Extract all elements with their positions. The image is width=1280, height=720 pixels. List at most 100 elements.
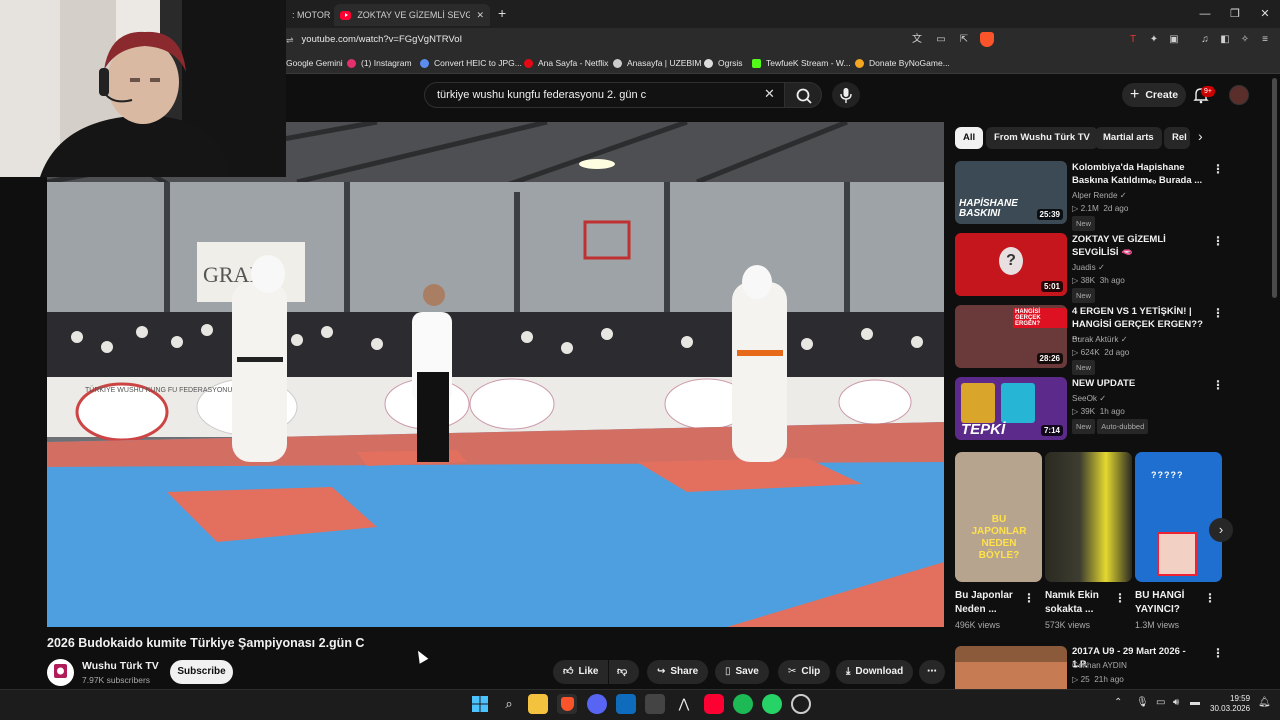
short-title[interactable]: Namık Ekin sokakta ... [1045, 589, 1115, 617]
rec-thumbnail[interactable]: HAPİSHANE BASKINI 25:39 [955, 161, 1067, 224]
share-page-icon[interactable]: ⇱ [957, 33, 971, 47]
brave-shield-icon[interactable] [980, 32, 994, 47]
whatsapp-icon[interactable] [762, 694, 782, 714]
wallet-icon[interactable]: ▣ [1167, 33, 1181, 47]
channel-name[interactable]: Wushu Türk TV [82, 660, 159, 672]
rec-title[interactable]: Kolombiya'da Hapishane Baskına Katıldım𝒸… [1072, 162, 1204, 187]
extension-icon[interactable]: T [1126, 33, 1140, 47]
save-button[interactable]: ▯ Save [715, 660, 769, 684]
mic-tray-icon[interactable]: 🎙︎ [1136, 697, 1149, 708]
puzzle-icon[interactable]: ✦ [1147, 33, 1161, 47]
calculator-icon[interactable] [645, 694, 665, 714]
minimize-button[interactable]: — [1196, 6, 1214, 22]
rec-title[interactable]: ZOKTAY VE GİZEMLİ SEVGİLİSİ 🫦 [1072, 234, 1204, 259]
short-menu-icon[interactable]: ⋮ [1204, 591, 1216, 605]
reader-icon[interactable]: ▭ [934, 33, 948, 47]
rec-menu-icon[interactable]: ⋮ [1212, 646, 1224, 660]
discord-icon[interactable] [587, 694, 607, 714]
address-bar[interactable]: ⇌ youtube.com/watch?v=FGgVgNTRVoI [286, 28, 462, 52]
clear-search-icon[interactable]: ✕ [764, 86, 775, 102]
tab-youtube-active[interactable]: ZOKTAY VE GİZEMLİ SEVGİLİSİ 🫦 - Y ✕ [334, 4, 490, 26]
rec-thumbnail[interactable]: ? 5:01 [955, 233, 1067, 296]
rec-menu-icon[interactable]: ⋮ [1212, 234, 1224, 248]
site-settings-icon[interactable]: ⇌ [286, 28, 294, 52]
short-menu-icon[interactable]: ⋮ [1023, 591, 1035, 605]
search-input[interactable]: türkiye wushu kungfu federasyonu 2. gün … [424, 82, 788, 108]
taskbar-search-icon[interactable]: ⌕ [499, 694, 519, 714]
start-button[interactable] [470, 694, 490, 714]
url-text: youtube.com/watch?v=FGgVgNTRVoI [301, 34, 463, 45]
bookmark-gemini[interactable]: Google Gemini [286, 55, 343, 71]
short-thumbnail[interactable]: ????? [1135, 452, 1222, 582]
short-thumbnail[interactable] [1045, 452, 1132, 582]
page-scrollbar[interactable] [1272, 78, 1277, 298]
spotify-icon[interactable] [733, 694, 753, 714]
bookmark-ogrsis[interactable]: Ogrsis [704, 55, 743, 71]
rec-channel[interactable]: Juadis ✓ [1072, 261, 1105, 274]
subscribe-button[interactable]: Subscribe [170, 660, 233, 684]
like-button[interactable]: 👍︎ Like [553, 660, 608, 684]
account-avatar[interactable] [1229, 85, 1249, 105]
network-icon[interactable]: ▭ [1156, 697, 1165, 708]
chip-all[interactable]: All [955, 127, 984, 149]
short-thumbnail[interactable]: BU JAPONLAR NEDEN BÖYLE? [955, 452, 1042, 582]
steam-icon[interactable] [791, 694, 811, 714]
youtube-taskbar-icon[interactable] [704, 694, 724, 714]
shorts-next-button[interactable]: › [1209, 518, 1233, 542]
volume-icon[interactable]: 🔊︎ [1173, 697, 1179, 708]
music-icon[interactable]: ♫ [1198, 33, 1212, 47]
voice-search-button[interactable] [832, 82, 860, 108]
system-clock[interactable]: 19:59 30.03.2026 [1210, 694, 1250, 714]
rec-stats: ▷ 38K 3h ago [1072, 276, 1125, 285]
search-button[interactable] [784, 82, 822, 108]
chip-from-channel[interactable]: From Wushu Türk TV [986, 127, 1098, 149]
menu-icon[interactable]: ≡ [1258, 33, 1272, 47]
sidebar-icon[interactable]: ◧ [1218, 33, 1232, 47]
close-window-button[interactable]: ✕ [1256, 6, 1274, 22]
file-explorer-icon[interactable] [528, 694, 548, 714]
bookmark-uzebim[interactable]: Anasayfa | UZEBIM [613, 55, 701, 71]
bookmark-instagram[interactable]: (1) Instagram [347, 55, 412, 71]
rec-menu-icon[interactable]: ⋮ [1212, 162, 1224, 176]
maximize-button[interactable]: ❐ [1226, 6, 1244, 22]
short-menu-icon[interactable]: ⋮ [1114, 591, 1126, 605]
new-tab-button[interactable]: + [498, 5, 506, 21]
rec-channel[interactable]: SeeOk ✓ [1072, 392, 1106, 405]
bookmark-kick[interactable]: TewfueK Stream - W... [752, 55, 851, 71]
translate-icon[interactable]: 文 [910, 33, 924, 47]
download-button[interactable]: ⤓ Download [836, 660, 914, 684]
leo-ai-icon[interactable]: ✧ [1238, 33, 1252, 47]
chip-martial-arts[interactable]: Martial arts [1095, 127, 1162, 149]
rec-menu-icon[interactable]: ⋮ [1212, 306, 1224, 320]
tray-chevron-icon[interactable]: ⌃ [1114, 697, 1122, 708]
brave-taskbar-icon[interactable] [557, 694, 577, 714]
bookmark-heic[interactable]: Convert HEIC to JPG... [420, 55, 522, 71]
dislike-button[interactable]: 👎︎ [609, 660, 639, 684]
rec-channel[interactable]: Gokhan AYDIN [1072, 659, 1127, 672]
create-button[interactable]: + Create [1122, 83, 1187, 107]
close-tab-icon[interactable]: ✕ [476, 10, 484, 21]
bookmark-netflix[interactable]: Ana Sayfa - Netflix [524, 55, 608, 71]
rec-thumbnail[interactable]: HANGİSİ GERÇEK ERGEN? 28:26 [955, 305, 1067, 368]
bookmark-bynogame[interactable]: Donate ByNoGame... [855, 55, 950, 71]
rec-title[interactable]: NEW UPDATE [1072, 378, 1204, 391]
battery-icon[interactable]: ▬ [1190, 697, 1200, 708]
rec-channel[interactable]: Burak Aktürk ✓ [1072, 333, 1128, 346]
short-title[interactable]: BU HANGİ YAYINCI? [1135, 589, 1205, 617]
more-actions-button[interactable]: ⋯ [919, 660, 945, 684]
notification-center-icon[interactable]: 🔔︎ [1258, 697, 1271, 708]
chips-next-icon[interactable]: › [1198, 128, 1203, 144]
chip-related[interactable]: Rel [1164, 127, 1190, 149]
clip-button[interactable]: ✂ Clip [778, 660, 831, 684]
tab-motor[interactable]: : MOTOR [286, 4, 334, 26]
teams-icon[interactable] [616, 694, 636, 714]
video-player[interactable]: GRAND TÜRKİYE WUSHU KUNG FU FEDERASYONU [47, 122, 944, 627]
channel-avatar[interactable] [47, 659, 74, 686]
short-title[interactable]: Bu Japonlar Neden ... [955, 589, 1025, 617]
rec-thumbnail[interactable]: TEPKİ 7:14 [955, 377, 1067, 440]
share-button[interactable]: ↪ Share [647, 660, 709, 684]
rec-channel[interactable]: Alper Rende ✓ [1072, 189, 1127, 202]
rec-thumbnail[interactable] [955, 646, 1067, 689]
rec-menu-icon[interactable]: ⋮ [1212, 378, 1224, 392]
app-icon[interactable]: ⋀ [674, 694, 694, 714]
